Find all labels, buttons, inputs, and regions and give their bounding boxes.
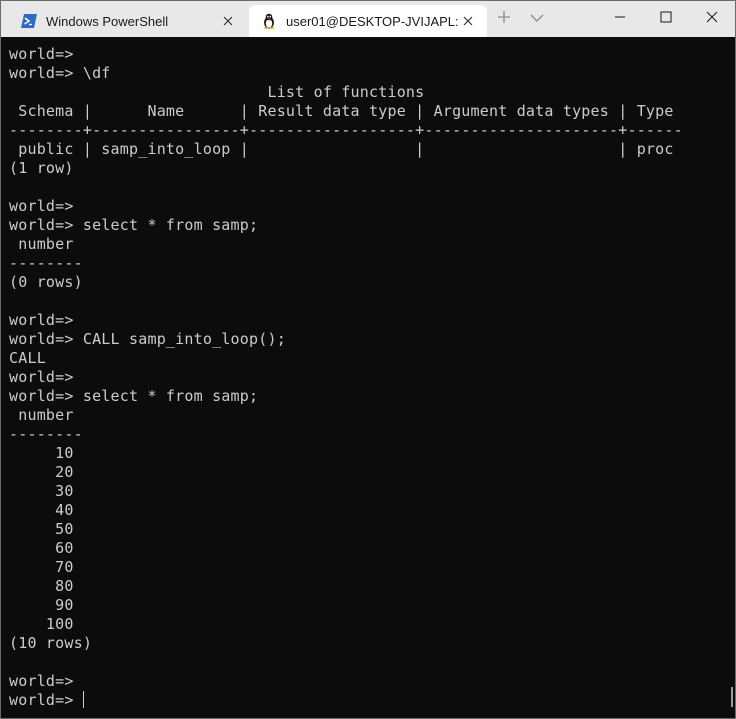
- terminal-line: 30: [9, 482, 74, 500]
- terminal-line: 60: [9, 539, 74, 557]
- terminal-line: 50: [9, 520, 74, 538]
- chevron-down-icon: [530, 10, 544, 28]
- plus-icon: [497, 10, 511, 29]
- terminal-line: world=> select * from samp;: [9, 387, 259, 405]
- terminal-line: (10 rows): [9, 634, 93, 652]
- terminal-window: Windows PowerShell user01@DESKTOP-JVIJAP…: [0, 0, 736, 719]
- terminal-prompt-line[interactable]: world=>: [9, 691, 683, 710]
- close-window-button[interactable]: [689, 1, 735, 37]
- terminal-line: (1 row): [9, 159, 74, 177]
- terminal-line: world=>: [9, 311, 74, 329]
- terminal-line: world=>: [9, 197, 74, 215]
- terminal-line: number: [9, 406, 74, 424]
- terminal-line: 20: [9, 463, 74, 481]
- terminal-line: List of functions: [9, 83, 425, 101]
- terminal-line: (0 rows): [9, 273, 83, 291]
- terminal-line: world=>: [9, 368, 74, 386]
- terminal-line: 100: [9, 615, 74, 633]
- linux-penguin-icon: [261, 13, 277, 29]
- terminal-line: number: [9, 235, 74, 253]
- minimize-button[interactable]: [597, 1, 643, 37]
- terminal-line: world=> \df: [9, 64, 111, 82]
- terminal-line: 80: [9, 577, 74, 595]
- close-tab-icon[interactable]: [221, 14, 235, 28]
- close-tab-icon[interactable]: [461, 14, 475, 28]
- close-icon: [706, 10, 718, 28]
- minimize-icon: [614, 10, 626, 28]
- terminal-line: 70: [9, 558, 74, 576]
- terminal-line: --------: [9, 254, 83, 272]
- terminal-line: 40: [9, 501, 74, 519]
- scrollbar-thumb[interactable]: [731, 687, 733, 707]
- tab-dropdown-button[interactable]: [525, 7, 549, 31]
- maximize-icon: [660, 10, 672, 28]
- terminal-output[interactable]: world=> world=> \df List of functions Sch…: [1, 37, 735, 718]
- tab-label: Windows PowerShell: [46, 13, 169, 29]
- maximize-button[interactable]: [643, 1, 689, 37]
- terminal-line: --------: [9, 425, 83, 443]
- tab-windows-powershell[interactable]: Windows PowerShell: [9, 5, 247, 37]
- terminal-line: world=>: [9, 45, 74, 63]
- terminal-line: Schema | Name | Result data type | Argum…: [9, 102, 674, 120]
- powershell-icon: [21, 13, 37, 29]
- title-bar[interactable]: Windows PowerShell user01@DESKTOP-JVIJAP…: [1, 1, 735, 37]
- terminal-line: --------+----------------+--------------…: [9, 121, 683, 139]
- terminal-line: 90: [9, 596, 74, 614]
- terminal-line: CALL: [9, 349, 46, 367]
- terminal-line: public | samp_into_loop | | | proc: [9, 140, 674, 158]
- tab-ubuntu-shell[interactable]: user01@DESKTOP-JVIJAPL: ~: [249, 5, 487, 37]
- terminal-line: world=> CALL samp_into_loop();: [9, 330, 286, 348]
- terminal-lines: world=> world=> \df List of functions Sch…: [9, 45, 683, 710]
- terminal-line: world=>: [9, 672, 74, 690]
- terminal-line: 10: [9, 444, 74, 462]
- terminal-line: world=> select * from samp;: [9, 216, 259, 234]
- text-cursor: [82, 691, 84, 708]
- terminal-prompt: world=>: [9, 691, 83, 709]
- new-tab-button[interactable]: [492, 7, 516, 31]
- tab-label: user01@DESKTOP-JVIJAPL: ~: [286, 13, 461, 29]
